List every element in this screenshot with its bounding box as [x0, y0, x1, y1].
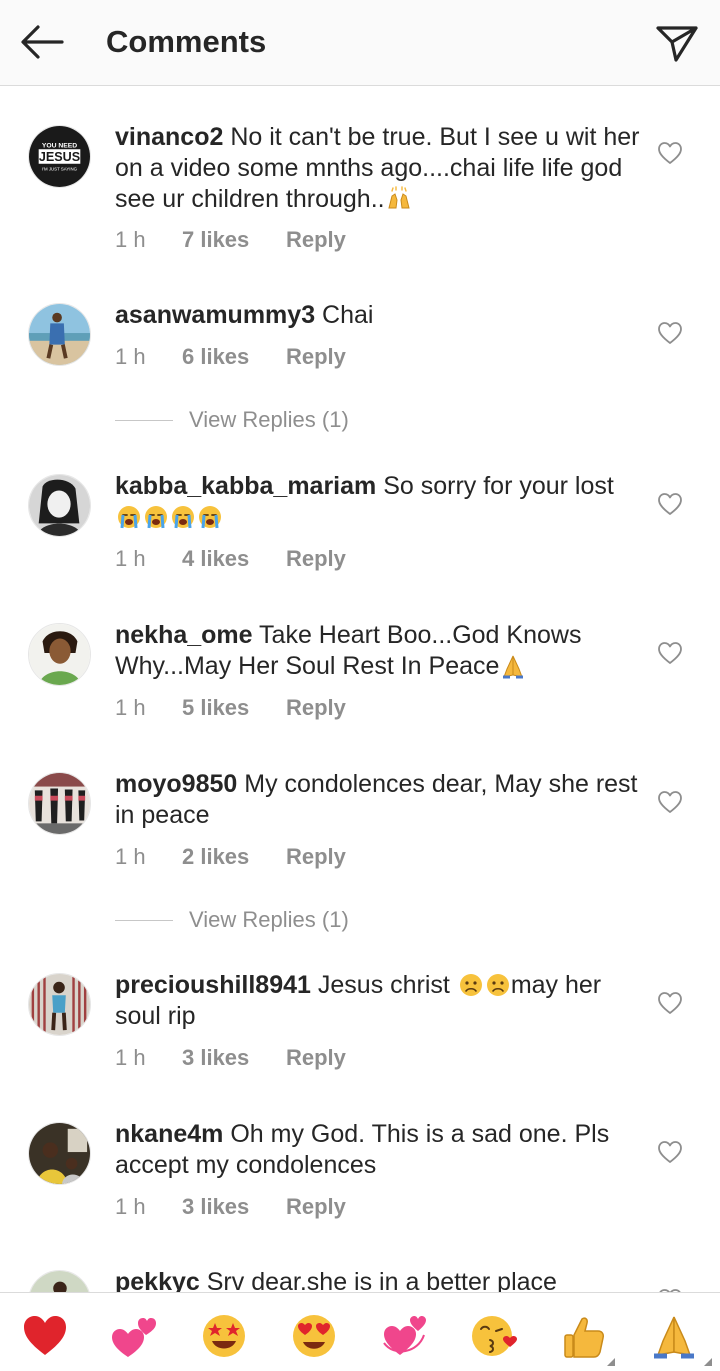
- comment-meta: 1 h 3 likes Reply: [115, 1192, 575, 1222]
- comment-time: 1 h: [115, 227, 146, 252]
- heart-icon[interactable]: [657, 321, 683, 345]
- comment-meta: 1 h 4 likes Reply: [115, 544, 575, 574]
- likes-count[interactable]: 3 likes: [182, 1043, 249, 1073]
- comment-text: asanwamummy3 Chai: [115, 300, 640, 331]
- view-replies-label: View Replies (1): [189, 907, 349, 932]
- reply-button[interactable]: Reply: [286, 544, 346, 574]
- avatar[interactable]: [28, 772, 91, 835]
- reply-button[interactable]: Reply: [286, 842, 346, 872]
- comment-meta: 1 h 3 likes Reply: [115, 1043, 575, 1073]
- comment-body: Jesus christ: [310, 971, 457, 999]
- comment-meta: 1 h 5 likes Reply: [115, 693, 575, 723]
- username[interactable]: pekkyc: [115, 1268, 200, 1292]
- reply-button[interactable]: Reply: [286, 342, 346, 372]
- heart-icon[interactable]: [657, 641, 683, 665]
- view-replies-button[interactable]: View Replies (1): [115, 405, 515, 435]
- comment-text: moyo9850 My condolences dear, May she re…: [115, 769, 640, 831]
- heart-icon[interactable]: [657, 790, 683, 814]
- avatar[interactable]: [28, 474, 91, 537]
- reply-button[interactable]: Reply: [286, 225, 346, 255]
- username[interactable]: nekha_ome: [115, 621, 253, 649]
- heart-icon[interactable]: [657, 141, 683, 165]
- expand-corner-indicator: [704, 1358, 712, 1366]
- comment-body: Srv dear.she is in a better place: [199, 1268, 557, 1292]
- avatar[interactable]: [28, 303, 91, 366]
- loudly-crying-face-icon: [199, 506, 221, 529]
- reply-button[interactable]: Reply: [286, 1043, 346, 1073]
- username[interactable]: kabba_kabba_mariam: [115, 472, 376, 500]
- comment-time: 1 h: [115, 695, 146, 720]
- comment-text: vinanco2 No it can't be true. But I see …: [115, 122, 640, 215]
- comment-time: 1 h: [115, 844, 146, 869]
- loudly-crying-face-icon: [172, 506, 194, 529]
- heart-eyes-icon[interactable]: [290, 1313, 338, 1359]
- star-struck-icon[interactable]: [200, 1313, 248, 1359]
- revolving-hearts-icon[interactable]: [380, 1313, 428, 1359]
- username[interactable]: asanwamummy3: [115, 301, 315, 329]
- username[interactable]: precioushill8941: [115, 971, 311, 999]
- svg-text:JESUS: JESUS: [39, 150, 80, 164]
- likes-count[interactable]: 4 likes: [182, 544, 249, 574]
- avatar[interactable]: [28, 1122, 91, 1185]
- svg-text:I'M JUST SAYING: I'M JUST SAYING: [42, 167, 78, 172]
- raising-hands-icon: [387, 186, 410, 209]
- username[interactable]: moyo9850: [115, 770, 237, 798]
- expand-corner-indicator: [607, 1358, 615, 1366]
- comment-list: YOU NEED JESUS I'M JUST SAYING vinanco2 …: [0, 87, 720, 1292]
- username[interactable]: vinanco2: [115, 123, 223, 151]
- comment-meta: 1 h 6 likes Reply: [115, 342, 575, 372]
- loudly-crying-face-icon: [145, 506, 167, 529]
- reply-button[interactable]: Reply: [286, 1192, 346, 1222]
- worried-face-icon: [486, 974, 509, 996]
- avatar[interactable]: [28, 1270, 91, 1292]
- comment-text: nekha_ome Take Heart Boo...God Knows Why…: [115, 620, 640, 682]
- likes-count[interactable]: 6 likes: [182, 342, 249, 372]
- loudly-crying-face-icon: [118, 506, 140, 529]
- comment-text: kabba_kabba_mariam So sorry for your los…: [115, 471, 640, 533]
- comment-time: 1 h: [115, 1045, 146, 1070]
- comment-text: nkane4m Oh my God. This is a sad one. Pl…: [115, 1119, 640, 1181]
- two-hearts-icon[interactable]: [110, 1313, 158, 1359]
- comment-time: 1 h: [115, 1194, 146, 1219]
- comment-meta: 1 h 2 likes Reply: [115, 842, 575, 872]
- likes-count[interactable]: 7 likes: [182, 225, 249, 255]
- comment-text: precioushill8941 Jesus christ may her so…: [115, 970, 640, 1032]
- likes-count[interactable]: 3 likes: [182, 1192, 249, 1222]
- view-replies-label: View Replies (1): [189, 407, 349, 432]
- page-title: Comments: [106, 24, 267, 59]
- emoji-group: [115, 502, 223, 533]
- thumbs-up-icon[interactable]: [560, 1313, 608, 1359]
- worried-face-icon: [459, 974, 482, 996]
- avatar[interactable]: YOU NEED JESUS I'M JUST SAYING: [28, 125, 91, 188]
- username[interactable]: nkane4m: [115, 1120, 223, 1148]
- avatar[interactable]: [28, 973, 91, 1036]
- comment-text: pekkyc Srv dear.she is in a better place: [115, 1267, 640, 1292]
- folded-hands-icon[interactable]: [650, 1313, 698, 1359]
- comment-meta: 1 h 7 likes Reply: [115, 225, 575, 255]
- header-bar: Comments: [0, 0, 720, 86]
- reply-button[interactable]: Reply: [286, 693, 346, 723]
- comment-body: Chai: [315, 301, 374, 329]
- divider: [115, 920, 173, 921]
- likes-count[interactable]: 5 likes: [182, 693, 249, 723]
- arrow-left-icon[interactable]: [18, 22, 66, 62]
- red-heart-icon[interactable]: [21, 1313, 69, 1359]
- comment-time: 1 h: [115, 344, 146, 369]
- likes-count[interactable]: 2 likes: [182, 842, 249, 872]
- heart-icon[interactable]: [657, 1140, 683, 1164]
- paper-plane-icon[interactable]: [654, 20, 700, 64]
- comment-body: So sorry for your lost: [376, 472, 614, 500]
- heart-icon[interactable]: [657, 991, 683, 1015]
- comment-time: 1 h: [115, 546, 146, 571]
- view-replies-button[interactable]: View Replies (1): [115, 905, 515, 935]
- folded-hands-icon: [503, 655, 524, 679]
- emoji-quick-bar: [0, 1292, 720, 1371]
- kissing-heart-icon[interactable]: [470, 1313, 518, 1359]
- avatar[interactable]: [28, 623, 91, 686]
- heart-icon[interactable]: [657, 492, 683, 516]
- svg-text:YOU NEED: YOU NEED: [42, 142, 77, 149]
- divider: [115, 420, 173, 421]
